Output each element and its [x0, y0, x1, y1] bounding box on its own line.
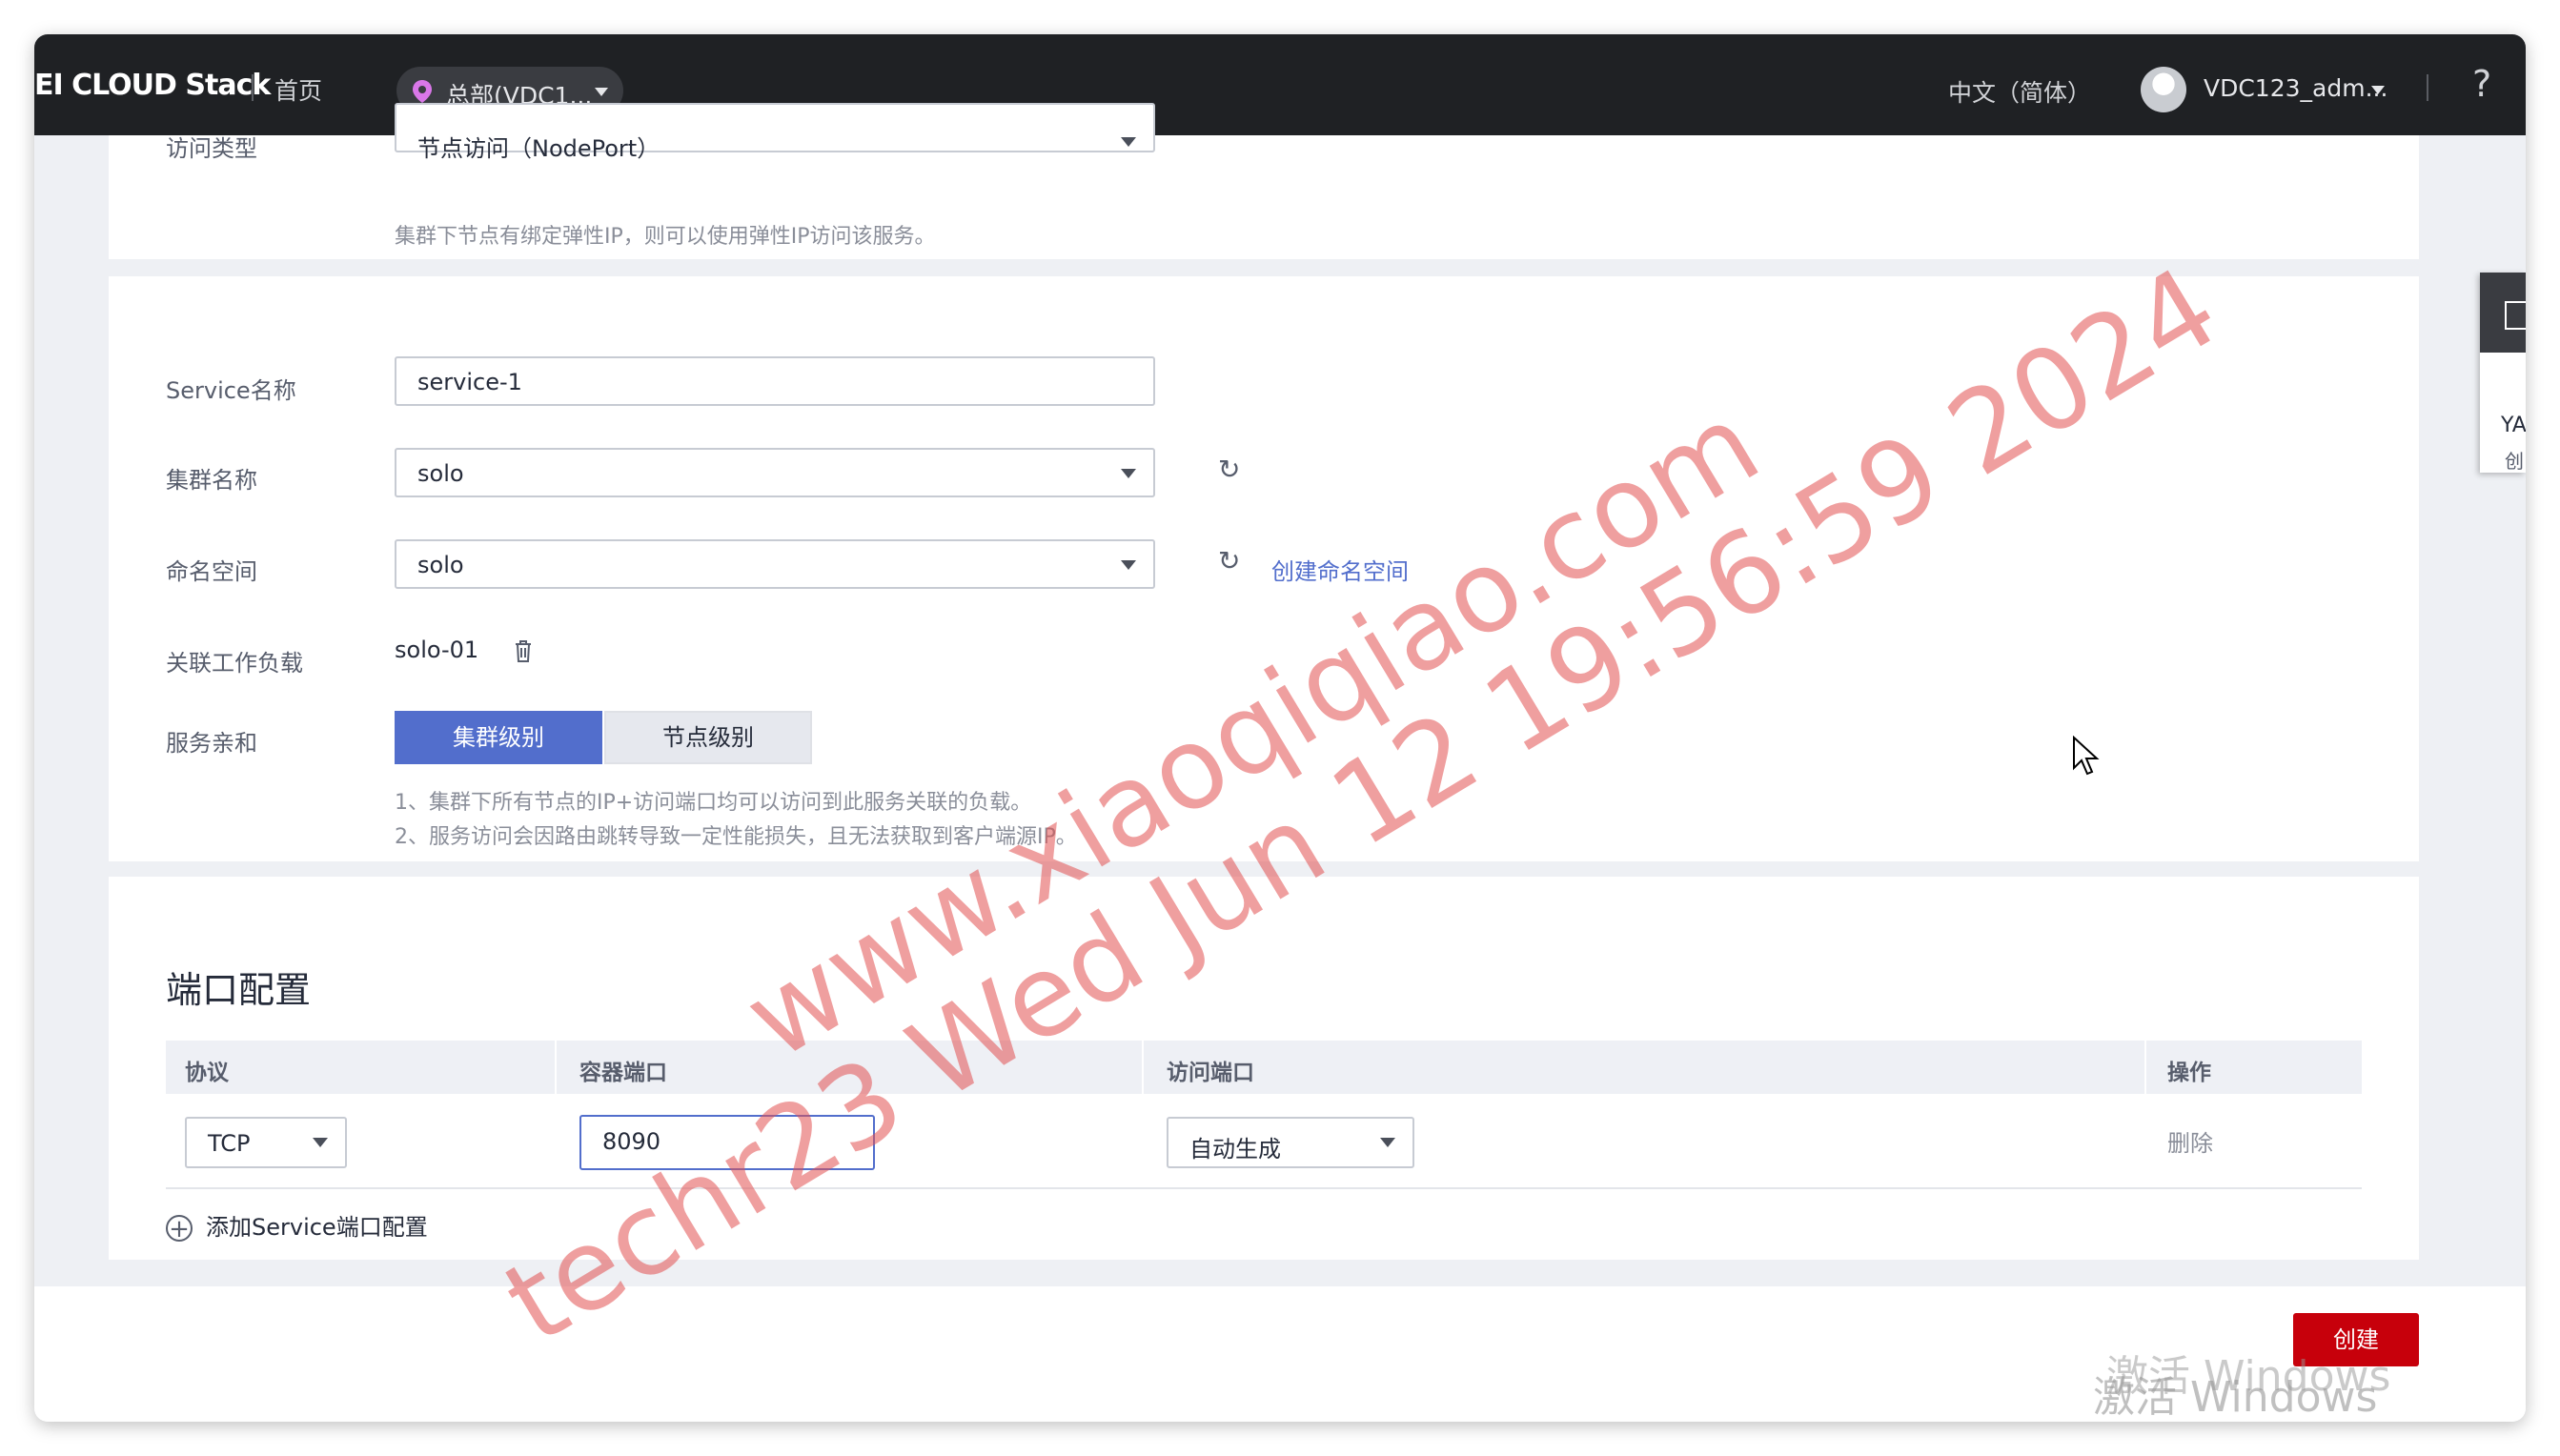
language-switch[interactable]: 中文（简体） — [1948, 74, 2091, 109]
side-floating-panel[interactable]: YA 创 — [2480, 273, 2526, 473]
cluster-value: solo — [417, 460, 464, 487]
refresh-namespace-icon[interactable]: ↻ — [1218, 545, 1240, 576]
chevron-down-icon[interactable] — [2371, 86, 2385, 94]
protocol-value: TCP — [208, 1130, 251, 1157]
chevron-down-icon — [313, 1138, 328, 1147]
container-port-value: 8090 — [602, 1128, 661, 1155]
access-type-hint: 集群下节点有绑定弹性IP，则可以使用弹性IP访问该服务。 — [395, 225, 936, 249]
plus-circle-icon: + — [166, 1215, 193, 1243]
brand-logo: EI CLOUD Stack — [34, 69, 271, 102]
trash-icon[interactable] — [513, 638, 534, 663]
home-link[interactable]: 首页 — [274, 72, 322, 107]
port-config-title: 端口配置 — [166, 969, 312, 1011]
avatar[interactable] — [2141, 67, 2186, 112]
column-action: 操作 — [2167, 1061, 2211, 1085]
column-protocol: 协议 — [185, 1061, 229, 1085]
chevron-down-icon — [595, 88, 608, 96]
service-name-input[interactable]: service-1 — [395, 356, 1155, 406]
column-divider — [2144, 1041, 2146, 1094]
nav-divider — [2427, 74, 2428, 101]
chevron-down-icon — [1121, 469, 1136, 478]
chevron-down-icon — [1380, 1138, 1395, 1147]
affinity-node-level-button[interactable]: 节点级别 — [604, 711, 812, 764]
help-icon[interactable]: ? — [2472, 63, 2491, 105]
access-type-label: 访问类型 — [166, 135, 257, 162]
namespace-select[interactable]: solo — [395, 539, 1155, 589]
access-type-card: 访问类型 节点访问（NodePort） 集群下节点有绑定弹性IP，则可以使用弹性… — [109, 103, 2419, 259]
port-table-header: 协议 容器端口 访问端口 操作 — [166, 1041, 2362, 1094]
column-access-port: 访问端口 — [1167, 1061, 1254, 1085]
namespace-label: 命名空间 — [166, 558, 257, 585]
affinity-note-1: 1、集群下所有节点的IP+访问端口均可以访问到此服务关联的负载。 — [395, 791, 1032, 815]
nav-divider — [252, 74, 254, 101]
side-panel-text-2: 创 — [2505, 450, 2524, 473]
location-pin-icon — [413, 80, 432, 103]
affinity-cluster-level-button[interactable]: 集群级别 — [395, 711, 602, 764]
side-panel-header — [2480, 273, 2526, 353]
cluster-select[interactable]: solo — [395, 448, 1155, 497]
namespace-value: solo — [417, 552, 464, 578]
column-container-port: 容器端口 — [579, 1061, 667, 1085]
cluster-name-label: 集群名称 — [166, 467, 257, 494]
workload-label: 关联工作负载 — [166, 650, 303, 677]
side-panel-text-1: YA — [2501, 414, 2526, 437]
mouse-cursor-icon — [2073, 736, 2100, 776]
activate-windows-text: 激活 Windows — [2093, 1373, 2378, 1422]
workload-value: solo-01 — [395, 637, 479, 663]
chevron-down-icon — [1121, 560, 1136, 570]
access-type-select[interactable]: 节点访问（NodePort） — [395, 103, 1155, 162]
user-menu[interactable]: VDC123_adm... — [2204, 74, 2387, 102]
protocol-select[interactable]: TCP — [185, 1117, 347, 1168]
refresh-cluster-icon[interactable]: ↻ — [1218, 454, 1240, 485]
column-divider — [555, 1041, 557, 1094]
access-type-value: 节点访问（NodePort） — [417, 135, 660, 162]
add-port-config-button[interactable]: + 添加Service端口配置 — [166, 1208, 428, 1243]
chevron-down-icon — [1121, 137, 1136, 147]
add-port-config-label: 添加Service端口配置 — [206, 1214, 428, 1241]
access-port-select[interactable]: 自动生成 — [1167, 1117, 1414, 1168]
service-name-label: Service名称 — [166, 377, 296, 404]
column-divider — [1142, 1041, 1144, 1094]
delete-row-link[interactable]: 删除 — [2167, 1124, 2213, 1158]
access-port-value: 自动生成 — [1189, 1136, 1281, 1163]
document-icon — [2505, 301, 2526, 330]
affinity-label: 服务亲和 — [166, 730, 257, 757]
table-row: TCP 8090 自动生成 删除 — [166, 1094, 2362, 1189]
service-name-value: service-1 — [417, 369, 522, 395]
